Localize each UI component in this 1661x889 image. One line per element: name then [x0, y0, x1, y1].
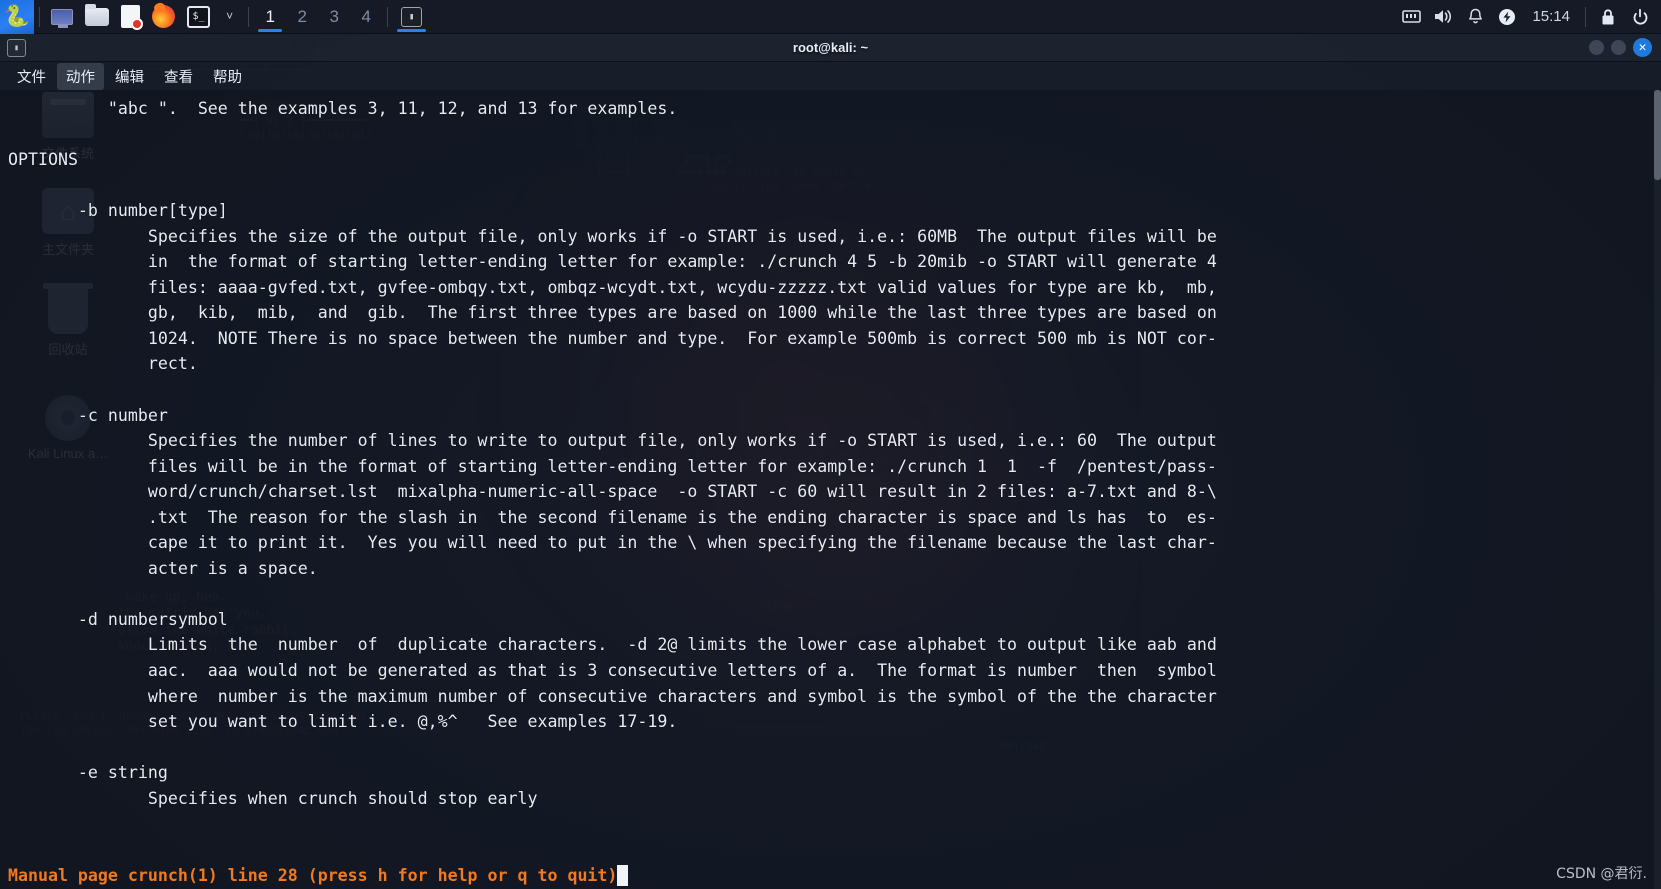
monitor-icon	[51, 8, 73, 28]
scrollbar-thumb[interactable]	[1654, 90, 1661, 180]
manpage-content: "abc ". See the examples 3, 11, 12, and …	[8, 99, 1217, 808]
menu-help[interactable]: 帮助	[204, 63, 251, 90]
terminal-body[interactable]: "abc ". See the examples 3, 11, 12, and …	[0, 90, 1661, 889]
maximize-button[interactable]	[1611, 40, 1626, 55]
close-button[interactable]: ✕	[1633, 38, 1652, 57]
menubar: 文件 动作 编辑 查看 帮助	[0, 62, 1661, 90]
terminal-scrollbar[interactable]	[1654, 90, 1661, 889]
menu-view[interactable]: 查看	[155, 63, 202, 90]
top-panel: 🐍 $_ ˅ 1 2 3 4 ▮ 15:14	[0, 0, 1661, 34]
power-glyph	[1499, 8, 1516, 25]
launcher-show-desktop[interactable]	[45, 0, 79, 34]
menu-edit[interactable]: 编辑	[106, 63, 153, 90]
notifications-icon[interactable]	[1460, 0, 1490, 34]
taskbar-window-terminal[interactable]: ▮	[393, 0, 430, 34]
pager-status-text: Manual page crunch(1) line 28 (press h f…	[8, 866, 618, 885]
menu-actions[interactable]: 动作	[57, 62, 104, 90]
kali-menu-button[interactable]: 🐍	[0, 0, 34, 34]
workspace-2[interactable]: 2	[286, 0, 318, 34]
terminal-icon: ▮	[7, 38, 26, 57]
watermark: CSDN @君衍.	[1556, 866, 1647, 882]
panel-separator	[1585, 6, 1586, 27]
terminal-window: ▮ root@kali: ~ ✕ 文件 动作 编辑 查看 帮助 "abc ". …	[0, 34, 1661, 889]
window-title: root@kali: ~	[792, 40, 869, 55]
lock-icon[interactable]	[1593, 0, 1623, 34]
panel-separator	[387, 6, 389, 27]
launcher-more-button[interactable]: ˅	[216, 0, 243, 34]
terminal-icon: ▮	[401, 6, 423, 27]
document-icon	[121, 5, 143, 30]
clock[interactable]: 15:14	[1524, 8, 1578, 25]
volume-icon[interactable]	[1428, 0, 1458, 34]
panel-separator	[39, 6, 40, 27]
launcher-file-manager[interactable]	[79, 0, 115, 34]
workspace-1[interactable]: 1	[254, 0, 286, 34]
logout-icon[interactable]	[1625, 0, 1655, 34]
launcher-text-editor[interactable]	[115, 0, 146, 34]
power-icon[interactable]	[1492, 0, 1522, 34]
kali-dragon-icon: 🐍	[3, 4, 31, 28]
folder-icon	[85, 3, 109, 26]
launcher-firefox[interactable]	[146, 0, 181, 34]
system-tray: 15:14	[1396, 0, 1661, 34]
window-titlebar[interactable]: ▮ root@kali: ~ ✕	[0, 34, 1661, 62]
window-controls: ✕	[1589, 38, 1661, 57]
launcher-terminal[interactable]: $_	[181, 0, 216, 34]
panel-separator	[248, 6, 250, 27]
workspace-3[interactable]: 3	[318, 0, 350, 34]
firefox-icon	[152, 5, 175, 28]
logout-glyph	[1633, 8, 1648, 25]
pager-status-line: Manual page crunch(1) line 28 (press h f…	[0, 862, 1661, 889]
network-icon[interactable]	[1396, 0, 1426, 34]
bell-glyph	[1469, 8, 1482, 23]
minimize-button[interactable]	[1589, 40, 1604, 55]
lock-glyph	[1602, 8, 1614, 24]
terminal-icon: $_	[187, 5, 210, 28]
network-glyph	[1402, 10, 1421, 23]
volume-glyph	[1435, 10, 1452, 23]
workspace-4[interactable]: 4	[350, 0, 382, 34]
text-cursor	[617, 865, 629, 886]
chevron-down-icon: ˅	[226, 9, 234, 23]
menu-file[interactable]: 文件	[8, 63, 55, 90]
